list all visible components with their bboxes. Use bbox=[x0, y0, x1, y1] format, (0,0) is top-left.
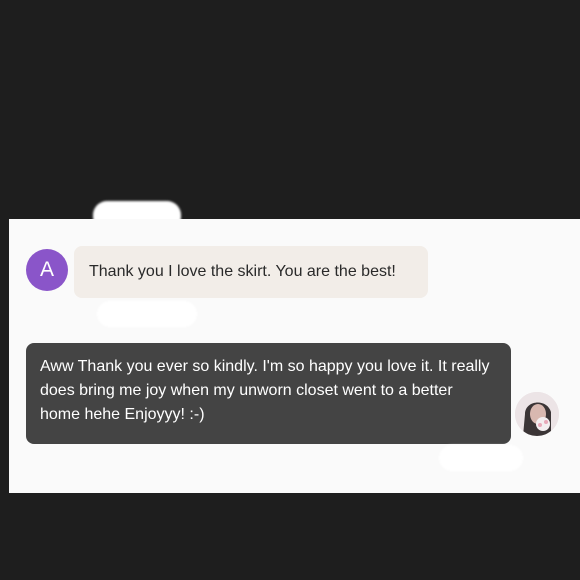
received-message-text: Thank you I love the skirt. You are the … bbox=[89, 263, 396, 280]
sent-message-bubble: Aww Thank you ever so kindly. I'm so hap… bbox=[26, 343, 511, 444]
chat-conversation: A Thank you I love the skirt. You are th… bbox=[9, 219, 580, 493]
sender-avatar-initial: A bbox=[39, 258, 54, 281]
profile-photo-icon bbox=[515, 392, 559, 436]
received-message-bubble: Thank you I love the skirt. You are the … bbox=[74, 246, 428, 298]
sender-avatar[interactable]: A bbox=[26, 249, 68, 291]
sent-message-text: Aww Thank you ever so kindly. I'm so hap… bbox=[40, 358, 490, 423]
user-avatar-photo[interactable] bbox=[515, 392, 559, 436]
redacted-timestamp-received bbox=[97, 301, 197, 327]
redacted-timestamp-sent bbox=[439, 445, 523, 471]
